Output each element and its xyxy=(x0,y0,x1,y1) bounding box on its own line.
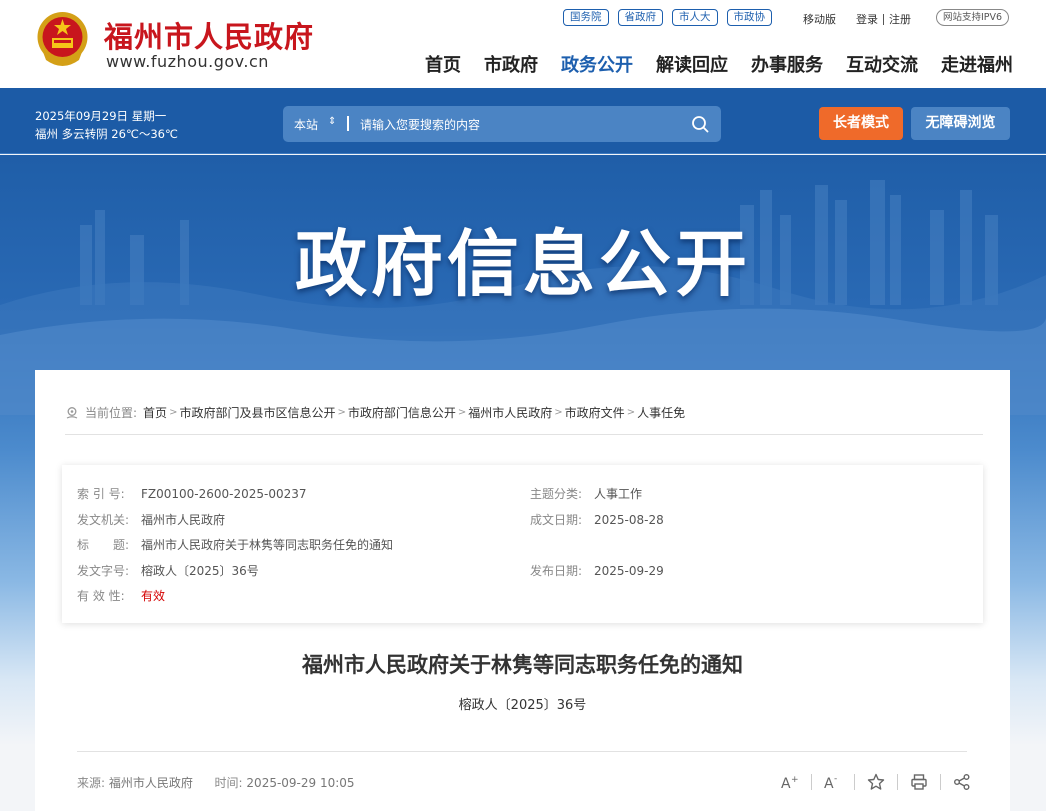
divider xyxy=(77,751,967,752)
meta-label: 发文字号: xyxy=(77,564,130,578)
link-state-council[interactable]: 国务院 xyxy=(563,9,609,26)
time-value: 2025-09-29 10:05 xyxy=(246,776,355,790)
meta-date: 2025-08-28 xyxy=(594,513,664,527)
divider xyxy=(811,774,812,790)
link-city-cppcc[interactable]: 市政协 xyxy=(726,9,772,26)
svg-text:-: - xyxy=(834,774,837,784)
elder-mode-button[interactable]: 长者模式 xyxy=(819,107,903,140)
nav-services[interactable]: 办事服务 xyxy=(751,51,823,77)
meta-issuer: 福州市人民政府 xyxy=(141,513,226,527)
meta-issuer-row: 发文机关: 福州市人民政府 xyxy=(77,511,225,528)
breadcrumb-separator: > xyxy=(169,407,178,418)
svg-text:A: A xyxy=(781,776,791,790)
print-icon[interactable] xyxy=(909,772,929,792)
article-toolbar: A + A- xyxy=(780,772,972,792)
breadcrumb-label: 当前位置: xyxy=(85,406,138,420)
breadcrumb-item[interactable]: 市政府文件 xyxy=(565,404,625,421)
meta-docno-row: 发文字号: 榕政人〔2025〕36号 xyxy=(77,562,259,579)
meta-label: 发布日期: xyxy=(530,564,583,578)
breadcrumb-separator: > xyxy=(337,407,346,418)
meta-pubdate: 2025-09-29 xyxy=(594,564,664,578)
favorite-star-icon[interactable] xyxy=(866,772,886,792)
link-province-gov[interactable]: 省政府 xyxy=(617,9,663,26)
link-city-congress[interactable]: 市人大 xyxy=(672,9,718,26)
meta-validity: 有效 xyxy=(141,589,166,603)
breadcrumb-item-current[interactable]: 人事任免 xyxy=(637,404,685,421)
document-source-line: 来源: 福州市人民政府 时间: 2025-09-29 10:05 xyxy=(77,774,355,791)
divider xyxy=(854,774,855,790)
util-bar: 移动版 登录 注册 xyxy=(803,11,911,27)
meta-label: 有 效 性: xyxy=(77,589,125,603)
divider xyxy=(65,434,983,435)
svg-text:A: A xyxy=(824,776,834,790)
weather-text: 福州 多云转阴 26℃～36℃ xyxy=(35,127,178,141)
breadcrumb-item[interactable]: 福州市人民政府 xyxy=(468,404,552,421)
national-emblem-icon xyxy=(37,12,88,66)
search-scope-select[interactable]: 本站 xyxy=(294,116,318,133)
nav-city-gov[interactable]: 市政府 xyxy=(484,51,538,77)
nav-gov-affairs[interactable]: 政务公开 xyxy=(561,51,633,77)
content-card: 当前位置: 首页 > 市政府部门及县市区信息公开 > 市政府部门信息公开 > 福… xyxy=(35,370,1010,811)
nav-interpretation[interactable]: 解读回应 xyxy=(656,51,728,77)
meta-validity-row: 有 效 性: 有效 xyxy=(77,587,165,604)
location-pin-icon xyxy=(66,406,78,419)
breadcrumb-item[interactable]: 市政府部门及县市区信息公开 xyxy=(179,404,335,421)
meta-label: 成文日期: xyxy=(530,513,583,527)
utility-bar: 2025年09月29日 星期一 福州 多云转阴 26℃～36℃ 本站 ⇕ 请输入… xyxy=(0,88,1046,154)
divider xyxy=(940,774,941,790)
meta-label: 主题分类: xyxy=(530,487,583,501)
document-title: 福州市人民政府关于林隽等同志职务任免的通知 xyxy=(302,653,743,677)
ipv6-badge: 网站支持IPV6 xyxy=(936,9,1010,26)
time-label: 时间: xyxy=(214,776,243,790)
site-header: 福州市人民政府 www.fuzhou.gov.cn 国务院 省政府 市人大 市政… xyxy=(0,0,1046,88)
meta-label: 索 引 号: xyxy=(77,487,125,501)
meta-topic-row: 主题分类: 人事工作 xyxy=(530,485,642,502)
source-value: 福州市人民政府 xyxy=(108,776,193,790)
site-title[interactable]: 福州市人民政府 xyxy=(104,14,314,56)
mobile-version-link[interactable]: 移动版 xyxy=(803,11,836,27)
meta-docno: 榕政人〔2025〕36号 xyxy=(141,564,259,578)
breadcrumb-item[interactable]: 首页 xyxy=(143,404,167,421)
main-nav: 首页 市政府 政务公开 解读回应 办事服务 互动交流 走进福州 xyxy=(425,51,1013,77)
svg-text:+: + xyxy=(791,775,799,785)
share-icon[interactable] xyxy=(952,772,972,792)
site-url: www.fuzhou.gov.cn xyxy=(106,52,269,71)
search-icon[interactable] xyxy=(691,115,709,133)
meta-topic: 人事工作 xyxy=(594,487,643,501)
updown-arrow-icon[interactable]: ⇕ xyxy=(328,116,336,127)
meta-title-row: 标 题: 福州市人民政府关于林隽等同志职务任免的通知 xyxy=(77,536,393,553)
document-meta-box: 索 引 号: FZ00100-2600-2025-00237 主题分类: 人事工作 … xyxy=(62,465,983,623)
meta-label: 标 题: xyxy=(77,538,130,552)
login-link[interactable]: 登录 xyxy=(856,11,878,27)
search-input[interactable]: 请输入您要搜索的内容 xyxy=(360,116,480,133)
font-decrease-icon[interactable]: A- xyxy=(823,772,843,792)
nav-about-fuzhou[interactable]: 走进福州 xyxy=(941,51,1013,77)
date-text: 2025年09月29日 星期一 xyxy=(35,109,167,123)
breadcrumb-item[interactable]: 市政府部门信息公开 xyxy=(348,404,456,421)
divider xyxy=(347,116,349,131)
breadcrumb-separator: > xyxy=(626,407,636,418)
nav-interaction[interactable]: 互动交流 xyxy=(846,51,918,77)
register-link[interactable]: 注册 xyxy=(889,11,911,27)
divider xyxy=(897,774,898,790)
search-box[interactable]: 本站 ⇕ 请输入您要搜索的内容 xyxy=(283,106,721,142)
font-increase-icon[interactable]: A + xyxy=(780,772,800,792)
meta-pubdate-row: 发布日期: 2025-09-29 xyxy=(530,562,664,579)
breadcrumb-separator: > xyxy=(554,407,563,418)
source-label: 来源: xyxy=(77,776,106,790)
breadcrumb-separator: > xyxy=(457,407,467,418)
document-number: 榕政人〔2025〕36号 xyxy=(458,698,587,713)
top-links: 国务院 省政府 市人大 市政协 xyxy=(563,9,772,26)
divider xyxy=(883,13,884,25)
nav-home[interactable]: 首页 xyxy=(425,51,461,77)
date-weather: 2025年09月29日 星期一 福州 多云转阴 26℃～36℃ xyxy=(35,107,178,143)
breadcrumb: 当前位置: 首页 > 市政府部门及县市区信息公开 > 市政府部门信息公开 > 福… xyxy=(65,404,685,421)
meta-date-row: 成文日期: 2025-08-28 xyxy=(530,511,664,528)
meta-title: 福州市人民政府关于林隽等同志职务任免的通知 xyxy=(141,538,394,552)
banner-title: 政府信息公开 xyxy=(294,222,751,306)
accessibility-button[interactable]: 无障碍浏览 xyxy=(911,107,1010,140)
meta-label: 发文机关: xyxy=(77,513,130,527)
meta-index-row: 索 引 号: FZ00100-2600-2025-00237 xyxy=(77,485,307,502)
meta-index: FZ00100-2600-2025-00237 xyxy=(141,487,307,501)
